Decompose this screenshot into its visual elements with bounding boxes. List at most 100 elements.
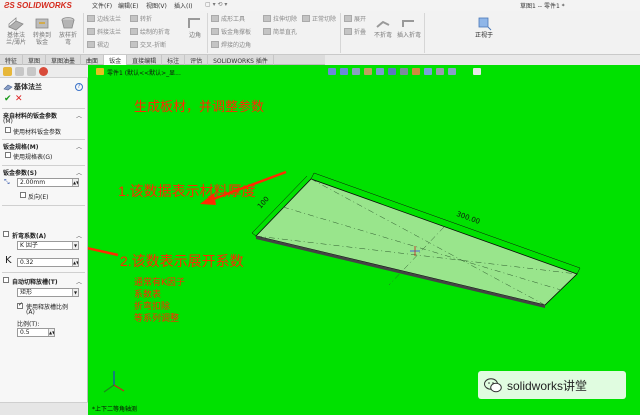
view-orientation-icon[interactable] [376,68,384,75]
cancel-button[interactable]: ✕ [15,94,23,104]
bend-allowance-checkbox[interactable] [3,231,9,237]
title-bar: ƧS SOLIDWORKS 文件(F) 编辑(E) 视图(V) 插入(I) ▢ … [0,0,640,11]
no-bends-button[interactable]: 不折弯 [372,15,394,39]
tab-sketch-ink[interactable]: 草图油墨 [46,55,82,65]
bend-type-select[interactable]: K 因子 ▼ [17,241,79,250]
cross-break-button[interactable]: 交叉-折断 [130,40,166,49]
zoom-area-icon[interactable] [340,68,348,75]
convert-sheet-metal-icon [35,18,49,29]
chevron-up-icon[interactable]: ︿ [76,168,82,177]
corners-label: 边角 [188,32,201,39]
menu-view[interactable]: 视图(V) [146,1,167,10]
appearance-icon[interactable] [39,67,48,76]
miter-flange-button[interactable]: 斜接法兰 [87,27,121,36]
breadcrumb[interactable]: 零件1 (默认<<默认>_显... [107,68,181,77]
fold-icon [344,28,352,35]
corners-button[interactable]: 边角 [185,15,205,39]
toolbar-quick-icons[interactable]: ▢ ▾ ⟲ ▾ [205,1,227,8]
feature-tree-flyout-icon[interactable] [96,68,104,75]
edge-flange-button[interactable]: 边线法兰 [87,14,121,23]
gusset-button[interactable]: 钣金角撑板 [211,27,251,36]
fold-button[interactable]: 折叠 [344,27,366,36]
tab-features[interactable]: 特征 [0,55,24,65]
use-material-params-checkbox[interactable] [5,127,11,133]
property-manager-icon[interactable] [15,67,24,76]
base-flange-button[interactable]: 基体法 兰/薄片 [3,15,29,46]
forming-tool-button[interactable]: 成形工具 [211,14,245,23]
menu-insert[interactable]: 插入(I) [174,1,192,10]
welded-corner-button[interactable]: 焊接的边角 [211,40,251,49]
ok-button[interactable]: ✔ [4,94,12,104]
thickness-spinner[interactable]: ▲▼ [72,179,78,186]
sheet-metal-plate[interactable] [255,178,578,306]
display-pane-icon[interactable] [448,68,456,75]
hem-icon [87,41,95,48]
hem-button[interactable]: 褶边 [87,40,109,49]
chevron-down-icon[interactable]: ▼ [72,242,78,249]
chevron-up-icon[interactable]: ︿ [76,111,82,120]
tab-sketch[interactable]: 草图 [23,55,47,65]
chevron-down-icon[interactable]: ▼ [72,289,78,296]
simple-hole-button[interactable]: 简单直孔 [263,27,297,36]
note-item: 等系列调整 [134,314,180,324]
k-factor-spinner[interactable]: ▲▼ [72,259,78,266]
config-manager-icon[interactable] [27,67,36,76]
miter-flange-label: 斜接法兰 [97,29,122,36]
section-view-icon[interactable] [364,68,372,75]
unfold-button[interactable]: 展开 [344,14,366,23]
solidworks-logo[interactable]: ƧS SOLIDWORKS [4,0,72,11]
previous-view-icon[interactable] [352,68,360,75]
watermark: solidworks讲堂 [478,371,626,399]
ratio-field[interactable]: 0.5 ▲▼ [17,328,55,337]
auto-relief-checkbox[interactable] [3,277,9,283]
apply-scene-icon[interactable] [424,68,432,75]
chevron-up-icon[interactable]: ︿ [76,277,82,286]
section-relief-title[interactable]: 自动切释放槽(T) [12,277,58,286]
reverse-direction-checkbox[interactable] [20,192,26,198]
menu-edit[interactable]: 编辑(E) [118,1,138,10]
notes-list: 通常有K因子 系数表 折弯扣除 等系列调整 [134,277,185,325]
section-bend-title[interactable]: 折弯系数(A) [12,231,46,240]
section-params-title[interactable]: 钣金参数(S) [3,168,37,177]
view-settings-icon[interactable] [436,68,444,75]
ratio-spinner[interactable]: ▲▼ [48,329,54,336]
extruded-cut-button[interactable]: 拉伸切除 [263,14,297,23]
relief-type-select[interactable]: 矩形 ▼ [17,288,79,297]
window-restore-icon[interactable] [473,68,481,75]
insert-bends-button[interactable]: 插入折弯 [397,15,421,39]
tab-surfaces[interactable]: 曲面 [81,55,105,65]
bend-type-value: K 因子 [20,242,38,249]
chevron-up-icon[interactable]: ︿ [76,142,82,151]
normal-cut-button[interactable]: 正常切除 [302,14,336,23]
menu-file[interactable]: 文件(F) [92,1,112,10]
thickness-field[interactable]: 2.00mm ▲▼ [17,178,79,187]
tab-sheet-metal[interactable]: 钣金 [104,55,128,65]
sketched-bend-button[interactable]: 绘制的折弯 [130,27,170,36]
dimension-extension [310,172,315,180]
k-factor-field[interactable]: 0.32 ▲▼ [17,258,79,267]
ribbon-separator [207,13,208,53]
convert-to-sheet-metal-button[interactable]: 转换到 钣金 [29,15,55,46]
section-gauge-title[interactable]: 钣金规格(M) [3,142,38,151]
hide-show-icon[interactable] [400,68,408,75]
use-gauge-table-checkbox[interactable] [5,152,11,158]
dimension-extension [576,267,581,275]
section-divider [2,165,85,166]
section-divider [2,272,85,273]
jog-button[interactable]: 转折 [130,14,152,23]
tab-direct-editing[interactable]: 直接编辑 [127,55,163,65]
tab-markup[interactable]: 标注 [162,55,186,65]
model-svg [88,170,581,393]
chevron-up-icon[interactable]: ︿ [76,231,82,240]
lofted-bend-button[interactable]: 放样折 弯 [55,15,81,46]
help-icon[interactable]: ? [75,83,83,91]
graphics-area[interactable]: 零件1 (默认<<默认>_显... 生成板材，并调整参数 1.该数据表示材料厚度… [88,65,640,415]
insert-bends-label: 插入折弯 [397,32,422,39]
display-style-icon[interactable] [388,68,396,75]
tab-addins[interactable]: SOLIDWORKS 插件 [208,55,274,65]
tab-evaluate[interactable]: 评估 [185,55,209,65]
edit-appearance-icon[interactable] [412,68,420,75]
normal-to-button[interactable]: 正视于 [470,15,498,39]
feature-tree-icon[interactable] [3,67,12,76]
zoom-to-fit-icon[interactable] [328,68,336,75]
